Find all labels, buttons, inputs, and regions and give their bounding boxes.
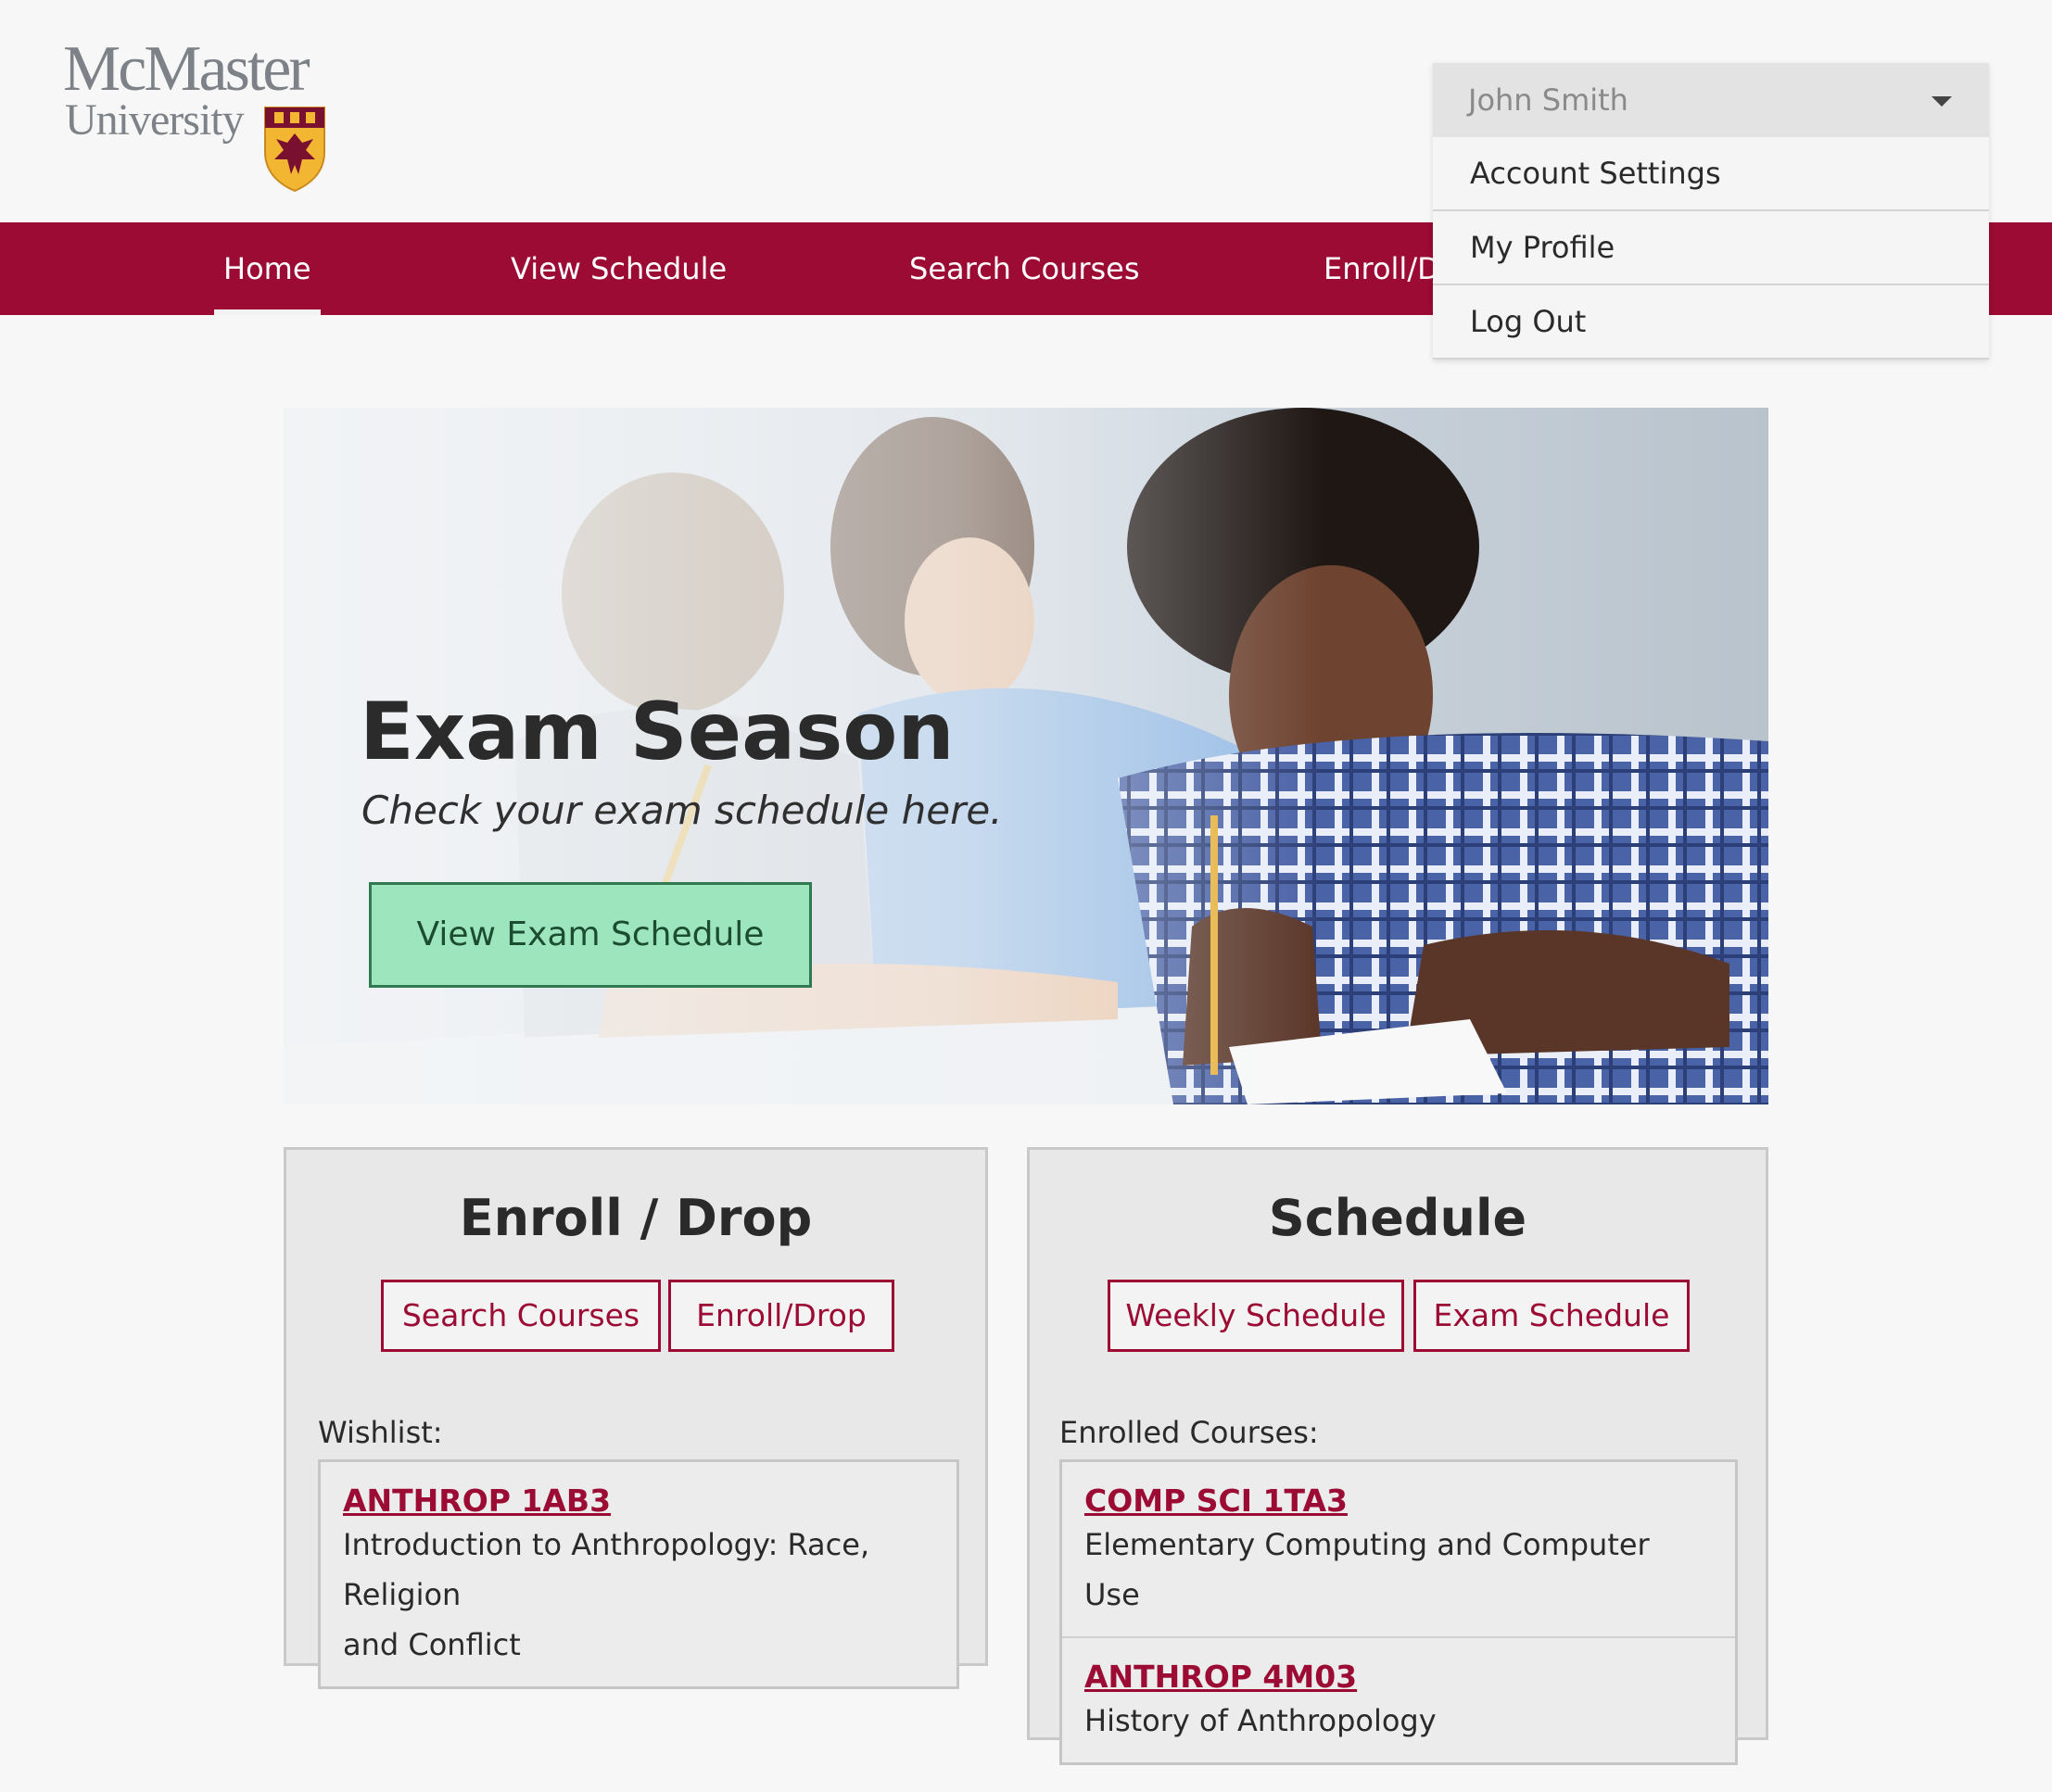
hero-subtitle: Check your exam schedule here. (361, 788, 1003, 833)
menu-item-account-settings[interactable]: Account Settings (1433, 137, 1989, 211)
enrolled-courses-list: COMP SCI 1TA3 Elementary Computing and C… (1059, 1459, 1738, 1765)
user-dropdown-menu: John Smith Account Settings My Profile L… (1433, 63, 1989, 360)
course-name-line1: Introduction to Anthropology: Race, Reli… (343, 1527, 870, 1612)
course-link-anthrop-4m03[interactable]: ANTHROP 4M03 (1084, 1659, 1713, 1696)
menu-item-log-out[interactable]: Log Out (1433, 285, 1989, 360)
nav-view-schedule[interactable]: View Schedule (511, 222, 727, 315)
hero-title: Exam Season (360, 686, 955, 778)
nav-search-courses[interactable]: Search Courses (909, 222, 1140, 315)
schedule-card: Schedule Weekly Schedule Exam Schedule E… (1027, 1147, 1768, 1765)
crest-icon (264, 107, 325, 193)
nav-home[interactable]: Home (214, 222, 320, 315)
exam-schedule-button[interactable]: Exam Schedule (1413, 1280, 1690, 1352)
course-link-comp-sci-1ta3[interactable]: COMP SCI 1TA3 (1084, 1483, 1713, 1520)
logo-wordmark-line1: McMaster (63, 33, 310, 105)
logo-wordmark-line2: University (65, 95, 245, 145)
course-link-anthrop-1ab3[interactable]: ANTHROP 1AB3 (343, 1483, 934, 1520)
schedule-title: Schedule (1268, 1189, 1527, 1247)
course-name: History of Anthropology (1084, 1703, 1437, 1738)
course-name-line2: and Conflict (343, 1627, 521, 1662)
user-name: John Smith (1468, 82, 1628, 118)
menu-item-my-profile[interactable]: My Profile (1433, 211, 1989, 285)
enroll-drop-button[interactable]: Enroll/Drop (668, 1280, 894, 1352)
list-item: COMP SCI 1TA3 Elementary Computing and C… (1062, 1462, 1735, 1636)
user-menu-toggle[interactable]: John Smith (1433, 63, 1989, 137)
wishlist-label: Wishlist: (318, 1415, 443, 1450)
weekly-schedule-button[interactable]: Weekly Schedule (1108, 1280, 1404, 1352)
search-courses-button[interactable]: Search Courses (381, 1280, 661, 1352)
enrolled-courses-label: Enrolled Courses: (1059, 1415, 1319, 1450)
list-item: ANTHROP 1AB3 Introduction to Anthropolog… (321, 1462, 956, 1686)
app-root: McMaster University Home View Schedule S… (0, 0, 2052, 1792)
enroll-drop-title: Enroll / Drop (459, 1189, 813, 1247)
enroll-drop-card: Enroll / Drop Search Courses Enroll/Drop… (284, 1147, 988, 1689)
caret-down-icon (1932, 96, 1952, 107)
view-exam-schedule-button[interactable]: View Exam Schedule (369, 882, 812, 988)
list-item: ANTHROP 4M03 History of Anthropology (1062, 1636, 1735, 1762)
university-logo[interactable]: McMaster University (63, 37, 341, 195)
hero-banner: Exam Season Check your exam schedule her… (284, 408, 1768, 1104)
course-name: Elementary Computing and Computer Use (1084, 1527, 1650, 1612)
wishlist-list: ANTHROP 1AB3 Introduction to Anthropolog… (318, 1459, 959, 1689)
